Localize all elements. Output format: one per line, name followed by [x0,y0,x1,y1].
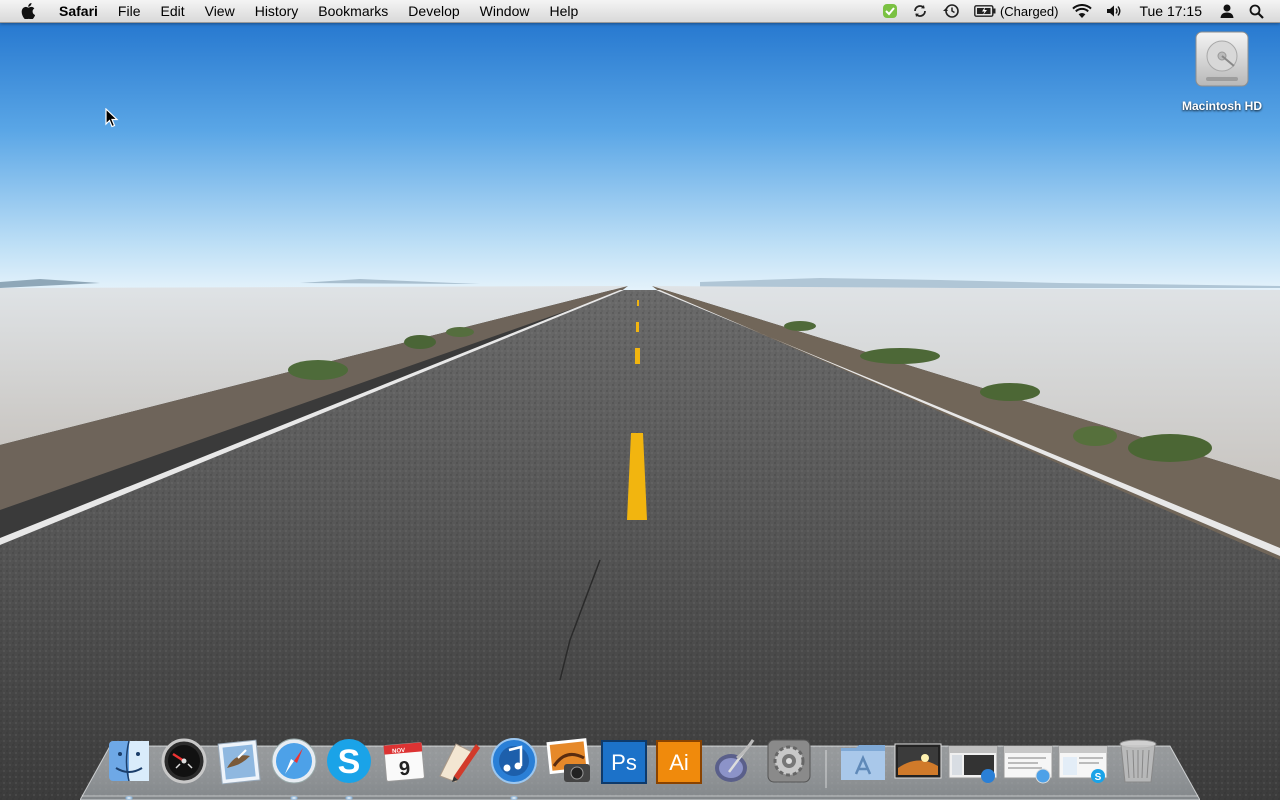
dock-pen-app[interactable] [434,736,484,788]
battery-status[interactable]: (Charged) [967,0,1066,22]
dock-minimized-window-2[interactable] [948,736,998,788]
dock-photoshop[interactable]: Ps [599,736,649,788]
iphoto-icon [546,738,590,782]
dock-ical[interactable]: NOV 9 [379,736,429,788]
dock-trash[interactable] [1113,736,1163,788]
time-machine-icon[interactable] [935,0,967,22]
dock-mail[interactable] [214,736,264,788]
ical-icon: NOV 9 [383,742,425,782]
running-indicator [510,796,518,800]
apple-icon[interactable] [17,0,39,22]
menu-app-name[interactable]: Safari [49,0,108,22]
spotlight-icon[interactable] [1242,0,1280,22]
svg-text:S: S [338,743,361,781]
illustrator-label: Ai [669,750,689,775]
menu-history[interactable]: History [245,0,309,22]
user-icon[interactable] [1212,0,1242,22]
system-preferences-icon [767,739,811,783]
running-indicator [345,796,353,800]
skype-window-icon: S [1058,745,1108,783]
ical-day: 9 [398,758,411,781]
dock-separator [819,736,833,788]
volume-icon[interactable] [1099,0,1129,22]
skype-icon: S [327,739,371,783]
dock-script-editor[interactable] [709,736,759,788]
script-editor-icon [715,739,755,782]
itunes-icon [491,738,537,784]
dock-itunes[interactable] [489,736,539,800]
illustrator-icon: Ai [656,740,702,784]
dock-dashboard[interactable] [159,736,209,788]
photoshop-icon: Ps [601,740,647,784]
desktop-icon-label: Macintosh HD [1181,99,1262,113]
itunes-window-icon [948,745,998,783]
battery-icon [974,5,996,17]
dock-system-preferences[interactable] [764,736,814,788]
menu-window[interactable]: Window [470,0,540,22]
dock-minimized-window-3[interactable] [1003,736,1053,788]
wifi-icon[interactable] [1065,0,1099,22]
wallpaper-window-icon [894,743,942,779]
applications-folder-icon [841,745,885,780]
mail-icon [217,739,261,785]
evernote-icon[interactable] [875,0,905,22]
photoshop-label: Ps [611,750,637,775]
mouse-pointer-icon [105,108,119,128]
dock-illustrator[interactable]: Ai [654,736,704,788]
safari-icon [271,738,317,784]
menu-bookmarks[interactable]: Bookmarks [308,0,398,22]
dock-minimized-window-1[interactable] [893,736,943,788]
ical-month: NOV [392,748,405,755]
dock: S NOV 9 Ps Ai S [104,728,1168,800]
trash-icon [1119,739,1157,783]
running-indicator [290,796,298,800]
dock-skype[interactable]: S [324,736,374,800]
svg-text:S: S [1095,772,1102,783]
menu-edit[interactable]: Edit [150,0,194,22]
sync-icon[interactable] [905,0,935,22]
menu-bar: Safari File Edit View History Bookmarks … [0,0,1280,23]
battery-text: (Charged) [999,3,1059,19]
safari-window-icon [1003,745,1053,784]
desktop-wallpaper [0,0,1280,800]
menu-develop[interactable]: Develop [398,0,469,22]
menu-view[interactable]: View [195,0,245,22]
menubar-clock[interactable]: Tue 17:15 [1129,3,1212,19]
finder-icon [109,740,149,782]
running-indicator [125,796,133,800]
menu-file[interactable]: File [108,0,151,22]
dashboard-icon [161,738,207,784]
dock-finder[interactable] [104,736,154,800]
desktop-icon-macintosh-hd[interactable]: Macintosh HD [1176,28,1268,113]
dock-iphoto[interactable] [544,736,594,788]
menu-help[interactable]: Help [539,0,588,22]
dock-applications-folder[interactable] [838,736,888,788]
textedit-pen-icon [439,743,480,783]
dock-minimized-window-4[interactable]: S [1058,736,1108,788]
hard-drive-icon [1195,31,1249,87]
dock-safari[interactable] [269,736,319,800]
